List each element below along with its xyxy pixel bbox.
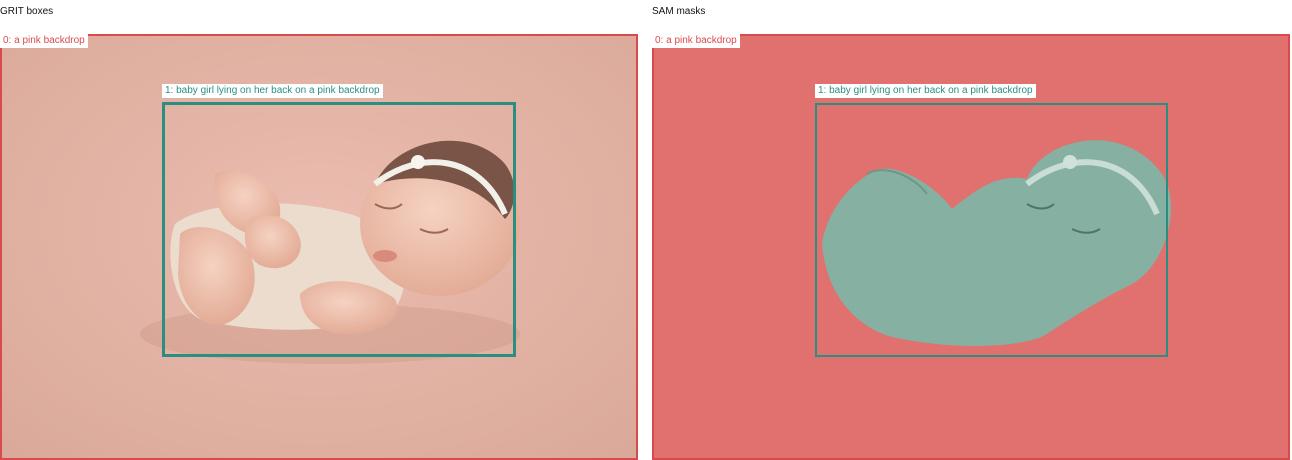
panel-title: GRIT boxes bbox=[0, 6, 54, 17]
bounding-box-baby bbox=[815, 103, 1168, 357]
image-frame: 0: a pink backdrop 1: baby girl lying on… bbox=[652, 34, 1290, 460]
image-frame: 0: a pink backdrop 1: baby girl lying on… bbox=[0, 34, 638, 460]
box-label-baby: 1: baby girl lying on her back on a pink… bbox=[162, 84, 383, 98]
box-label-backdrop: 0: a pink backdrop bbox=[0, 34, 88, 48]
box-label-backdrop: 0: a pink backdrop bbox=[652, 34, 740, 48]
sam-masks-panel: SAM masks 0: a pink backdrop 1: baby gir… bbox=[652, 0, 1292, 460]
grit-boxes-panel: GRIT boxes 0: a pink backdrop 1: baby gi… bbox=[0, 0, 640, 460]
panel-title: SAM masks bbox=[652, 6, 706, 17]
bounding-box-baby bbox=[162, 102, 516, 357]
box-label-baby: 1: baby girl lying on her back on a pink… bbox=[815, 84, 1036, 98]
